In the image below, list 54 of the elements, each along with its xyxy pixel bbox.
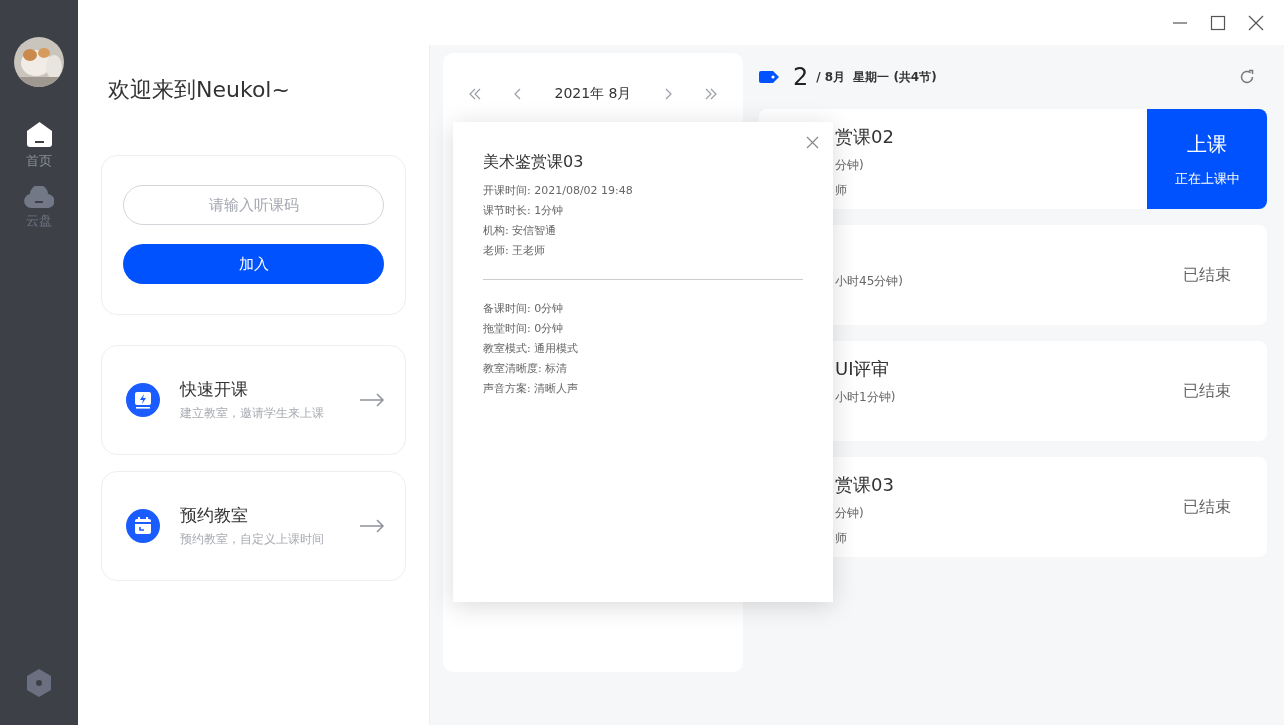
action-subtitle: 建立教室，邀请学生来上课: [180, 405, 325, 422]
chevron-left-icon[interactable]: [514, 88, 522, 100]
popup-setting: 声音方案: 清晰人声: [483, 381, 580, 397]
popup-info: 开课时间: 2021/08/02 19:48: [483, 183, 634, 199]
lesson-title: UI评审: [835, 357, 891, 381]
status-label: 已结束: [1183, 380, 1231, 402]
status-label: 已结束: [1183, 496, 1231, 518]
lesson-title: 赏课03: [835, 473, 895, 497]
tag-icon: [759, 71, 779, 83]
welcome-title: 欢迎来到Neukol~: [107, 76, 291, 104]
status-note: 正在上课中: [1174, 169, 1240, 188]
close-icon[interactable]: [1248, 14, 1264, 31]
calendar-icon: [126, 509, 160, 543]
arrow-icon: [359, 519, 385, 533]
action-title: 快速开课: [180, 378, 249, 401]
action-subtitle: 预约教室，自定义上课时间: [180, 531, 325, 548]
day-month: / 8月: [816, 68, 846, 86]
lesson-detail: 小时45分钟): [835, 273, 904, 290]
lesson-detail: 分钟): [835, 505, 865, 522]
lesson-title: 赏课02: [835, 125, 895, 149]
chevron-right-icon[interactable]: [664, 88, 672, 100]
double-chevron-right-icon[interactable]: [705, 88, 717, 100]
status-label: 上课: [1187, 130, 1227, 158]
lightning-screen-icon: [126, 383, 160, 417]
double-chevron-left-icon[interactable]: [469, 88, 481, 100]
day-weekday: 星期一 (共4节): [853, 68, 938, 86]
action-card[interactable]: 快速开课 建立教室，邀请学生来上课: [101, 345, 406, 455]
status-label: 已结束: [1183, 264, 1231, 286]
calendar-month: 2021年 8月: [554, 85, 632, 103]
join-button[interactable]: 加入: [123, 244, 384, 284]
lesson-detail: 师: [835, 182, 848, 199]
settings-icon[interactable]: [26, 669, 52, 697]
maximize-icon[interactable]: [1210, 14, 1226, 31]
popup-info: 机构: 安信智通: [483, 223, 558, 239]
popup-setting: 教室模式: 通用模式: [483, 341, 580, 357]
lesson-detail: 小时1分钟): [835, 389, 897, 406]
refresh-icon[interactable]: [1239, 69, 1255, 85]
popup-setting: 拖堂时间: 0分钟: [483, 321, 565, 337]
popup-setting: 备课时间: 0分钟: [483, 301, 565, 317]
class-code-field[interactable]: 请输入听课码: [123, 185, 384, 225]
cloud-icon[interactable]: [24, 186, 54, 208]
popup-info: 老师: 王老师: [483, 243, 547, 259]
lesson-detail: 师: [835, 530, 848, 547]
arrow-icon: [359, 393, 385, 407]
popup-title: 美术鉴赏课03: [483, 152, 585, 173]
action-card[interactable]: 预约教室 预约教室，自定义上课时间: [101, 471, 406, 581]
lesson-detail: 分钟): [835, 157, 865, 174]
close-icon[interactable]: [806, 136, 819, 149]
start-class-button[interactable]: 上课 正在上课中: [1147, 109, 1267, 209]
day-number: 2: [793, 63, 809, 91]
popup-info: 课节时长: 1分钟: [483, 203, 565, 219]
home-icon[interactable]: [25, 121, 53, 148]
action-title: 预约教室: [180, 504, 249, 527]
popup-setting: 教室清晰度: 标清: [483, 361, 569, 377]
